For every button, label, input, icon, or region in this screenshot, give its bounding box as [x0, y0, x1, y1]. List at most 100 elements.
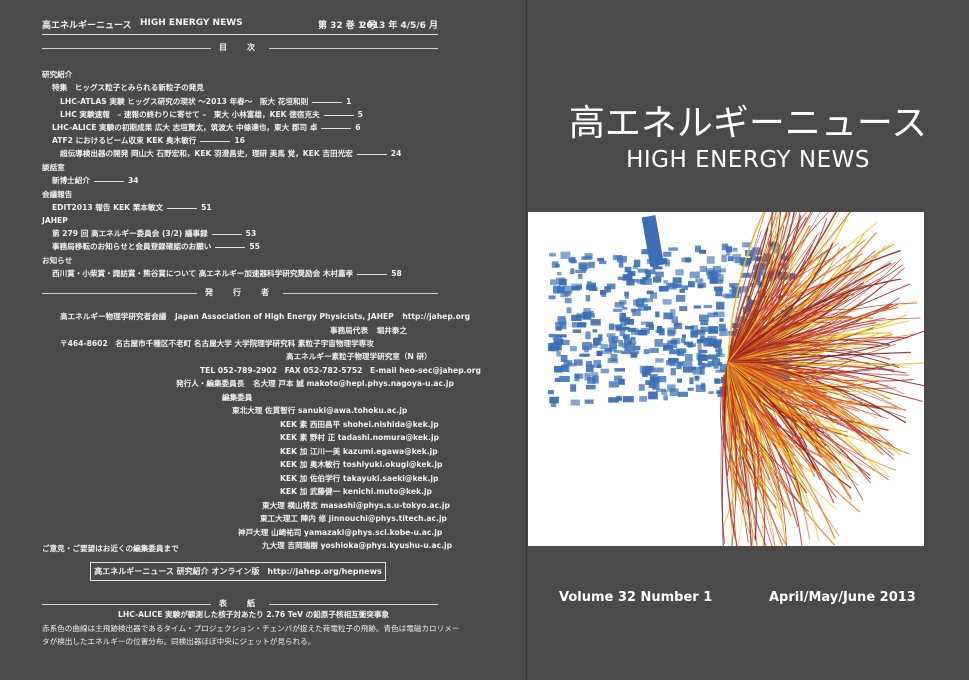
toc-entry: 会議報告: [42, 190, 72, 200]
calorimeter-cell: [608, 323, 615, 331]
toc-leader: [93, 180, 124, 182]
chief-editor-entry: 名大理 戸本 誠 makoto@hepl.phys.nagoya-u.ac.jp: [253, 379, 454, 388]
calorimeter-cell: [608, 381, 619, 388]
calorimeter-cell: [721, 254, 727, 262]
toc-entry-title: 事務局移転のお知らせと会員登録確認のお願い: [52, 242, 212, 251]
publisher-org: 高エネルギー物理学研究者会議 Japan Association of High…: [60, 312, 470, 322]
journal-name-jp: 高エネルギーニュース: [42, 21, 132, 31]
calorimeter-cell: [655, 358, 664, 363]
calorimeter-cell: [581, 256, 592, 260]
calorimeter-cell: [677, 391, 688, 397]
calorimeter-cell: [550, 279, 557, 285]
calorimeter-cell: [631, 330, 641, 336]
calorimeter-cell: [684, 354, 693, 361]
toc-page-number: 58: [391, 269, 402, 278]
toc-entry-title: ATF2 におけるビーム収束 KEK 奥木敏行: [52, 136, 197, 145]
toc-entry[interactable]: LHC 実験速報 – 速報の終わりに寄せて – 東大 小林富雄，KEK 徳宿克夫…: [60, 110, 363, 120]
calorimeter-cell: [585, 331, 591, 340]
calorimeter-cell: [700, 335, 705, 343]
toc-entry: 談話室: [42, 163, 65, 173]
toc-entry-title: 第 279 回 高エネルギー委員会 (3/2) 議事録: [52, 229, 208, 238]
calorimeter-cell: [694, 375, 700, 380]
toc-entry[interactable]: EDIT2013 報告 KEK 栗本敏文 51: [52, 203, 212, 213]
calorimeter-cell: [578, 263, 588, 270]
calorimeter-cell: [698, 353, 707, 360]
calorimeter-cell: [722, 294, 733, 298]
calorimeter-cell: [671, 319, 679, 324]
toc-page-number: 16: [234, 136, 245, 145]
toc-entry-title: お知らせ: [42, 256, 73, 265]
calorimeter-cell: [648, 380, 657, 389]
calorimeter-cell: [633, 299, 639, 306]
calorimeter-cell: [599, 260, 607, 265]
calorimeter-cell: [626, 274, 633, 280]
calorimeter-cell: [713, 312, 718, 316]
calorimeter-cell: [556, 271, 562, 276]
jet-tower: [641, 215, 665, 267]
calorimeter-cell: [554, 366, 563, 373]
calorimeter-cell: [596, 350, 603, 357]
toc-entry[interactable]: 超伝導検出器の開発 岡山大 石野宏和，KEK 羽澄昌史，理研 美馬 覚，KEK …: [60, 149, 401, 159]
calorimeter-cell: [597, 364, 602, 369]
committee-member: 東工大理工 陣内 修 jinnouchi@phys.titech.ac.jp: [260, 514, 447, 523]
toc-entry: 特集 ヒッグス粒子とみられる新粒子の発見: [52, 83, 204, 93]
calorimeter-cell: [583, 345, 589, 353]
calorimeter-cell: [670, 339, 678, 344]
toc-entry-title: 新博士紹介: [52, 176, 90, 185]
calorimeter-cell: [567, 362, 576, 367]
calorimeter-cell: [668, 247, 678, 251]
publisher-heading: 発 行 者: [42, 287, 438, 299]
calorimeter-cell: [698, 349, 708, 354]
calorimeter-cell: [663, 280, 668, 284]
calorimeter-cell: [681, 361, 693, 367]
calorimeter-cell: [601, 350, 612, 355]
toc-entry-title: 研究紹介: [42, 70, 73, 79]
toc-entry[interactable]: 新博士紹介 34: [52, 176, 139, 186]
calorimeter-cell: [646, 290, 654, 295]
calorimeter-cell: [679, 306, 688, 312]
calorimeter-cell: [711, 358, 721, 366]
toc-entry[interactable]: 事務局移転のお知らせと会員登録確認のお願い 55: [52, 242, 260, 252]
calorimeter-cell: [585, 294, 591, 302]
calorimeter-cell: [556, 351, 561, 357]
calorimeter-cell: [611, 336, 619, 343]
publisher-url[interactable]: http://jahep.org: [402, 312, 470, 321]
calorimeter-cell: [663, 395, 668, 401]
toc-leader: [312, 101, 343, 103]
calorimeter-cell: [554, 377, 560, 382]
issue-date: 2013 年 4/5/6 月: [360, 21, 438, 31]
calorimeter-cell: [632, 308, 641, 316]
calorimeter-cell: [622, 342, 627, 349]
calorimeter-cell: [570, 399, 581, 406]
calorimeter-cell: [608, 397, 619, 403]
calorimeter-cell: [570, 384, 577, 392]
toc-entry[interactable]: LHC-ATLAS 実験 ヒッグス研究の現状 ～2013 年春～ 阪大 花垣和則…: [60, 97, 351, 107]
calorimeter-cell: [700, 320, 709, 326]
calorimeter-cell: [565, 298, 572, 304]
committee-member: 九大理 吉岡瑞樹 yoshioka@phys.kyushu-u.ac.jp: [262, 541, 453, 550]
calorimeter-cell: [588, 287, 598, 291]
toc-entry[interactable]: LHC-ALICE 実験の初期成果 広大 志垣賢太，筑波大 中條達也，東大 郡司…: [52, 123, 361, 133]
cover-title-jp: 高エネルギーニュース: [568, 103, 928, 144]
calorimeter-cell: [695, 278, 704, 283]
committee-member: 東大理 横山将志 masashi@phys.s.u-tokyo.ac.jp: [262, 500, 450, 510]
feedback-note: ご意見・ご要望はお近くの編集委員まで: [42, 544, 179, 553]
calorimeter-cell: [639, 396, 648, 402]
toc-page-number: 24: [390, 149, 402, 158]
calorimeter-cell: [549, 396, 559, 404]
toc-entry[interactable]: ATF2 におけるビーム収束 KEK 奥木敏行 16: [52, 136, 245, 146]
toc-page-number: 34: [127, 176, 139, 185]
online-edition-box[interactable]: 高エネルギーニュース 研究紹介 オンライン版 http://jahep.org/…: [90, 562, 386, 581]
calorimeter-cell: [649, 348, 659, 353]
toc-entry[interactable]: 第 279 回 高エネルギー委員会 (3/2) 議事録 53: [52, 229, 256, 239]
calorimeter-cell: [729, 289, 734, 293]
cover-heading: 表 紙: [42, 598, 438, 610]
calorimeter-cell: [557, 286, 565, 293]
calorimeter-cell: [710, 328, 717, 332]
calorimeter-cell: [648, 391, 658, 400]
calorimeter-cell: [663, 345, 674, 350]
toc-entry[interactable]: 西川賞・小柴賞・諏訪賞・熊谷賞について 高エネルギー加速器科学研究奨励会 木村嘉…: [52, 269, 402, 279]
event-display-image: [528, 155, 927, 578]
cover-caption-line-1: 赤系色の曲線は主飛跡検出器であるタイム・プロジェクション・チェンバが捉えた荷電粒…: [42, 624, 460, 633]
calorimeter-cell: [624, 291, 629, 299]
